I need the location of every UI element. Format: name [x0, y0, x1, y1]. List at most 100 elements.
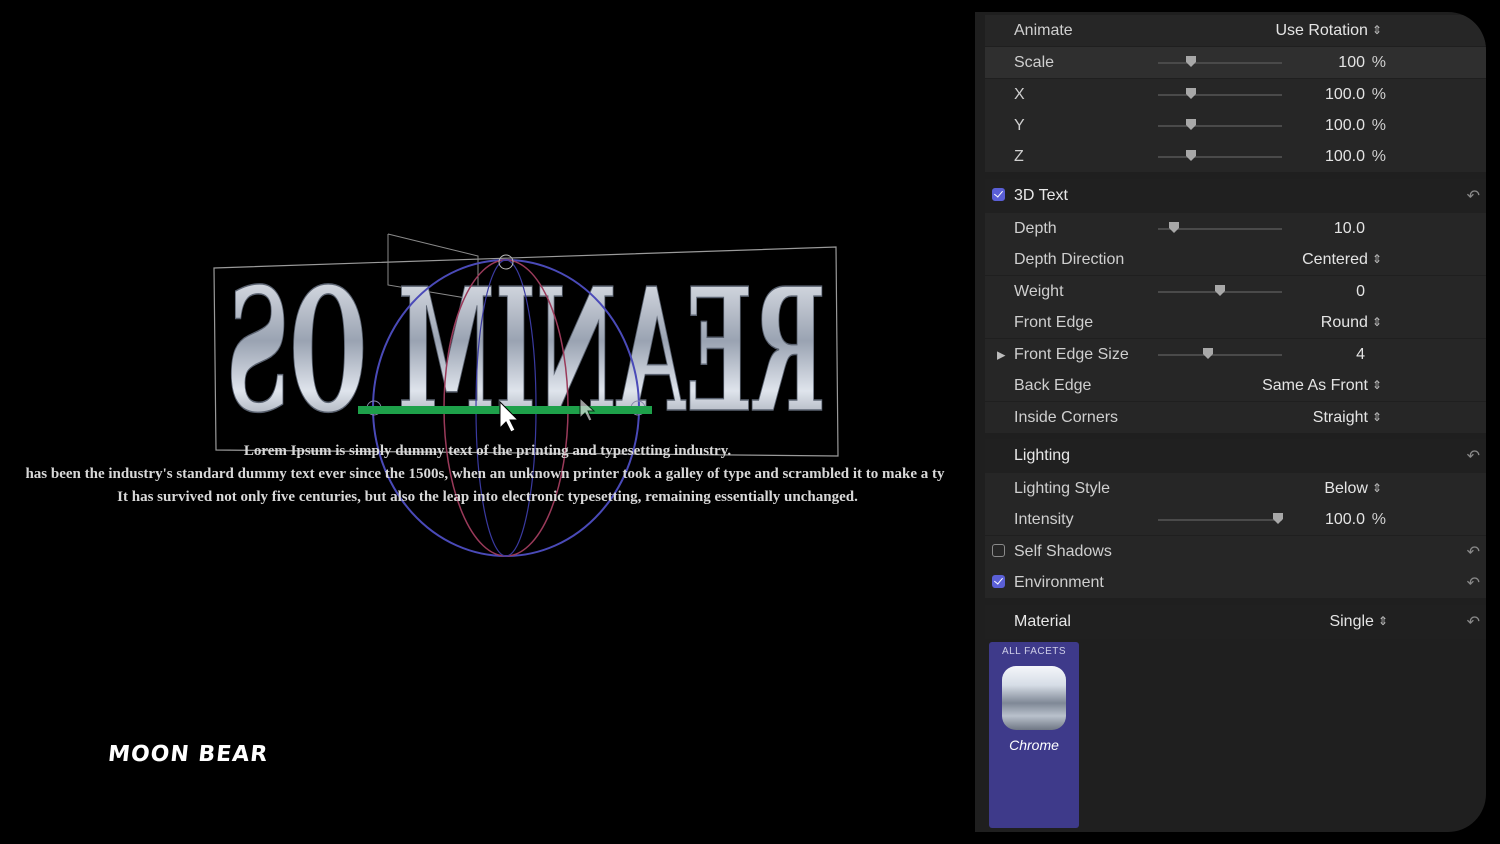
- scale-row: Scale 100 %: [985, 47, 1486, 78]
- scale-label: Scale: [1014, 53, 1055, 71]
- material-tile-chrome[interactable]: ALL FACETS Chrome: [989, 642, 1079, 828]
- front-edge-size-value[interactable]: 4: [1356, 346, 1365, 364]
- z-slider[interactable]: [1158, 149, 1282, 161]
- front-edge-size-row: ▶ Front Edge Size 4: [985, 339, 1486, 370]
- weight-row: Weight 0: [985, 276, 1486, 307]
- overlay-text-line-2: has been the industry's standard dummy t…: [25, 466, 945, 482]
- material-header: Material Single ⇕ ↶: [985, 605, 1486, 639]
- material-popup[interactable]: Single ⇕: [1329, 613, 1388, 631]
- depth-slider[interactable]: [1158, 221, 1282, 233]
- lighting-style-label: Lighting Style: [1014, 479, 1111, 497]
- material-tile-caption: ALL FACETS: [1001, 646, 1067, 657]
- z-row: Z 100.0 %: [985, 141, 1486, 172]
- intensity-row: Intensity 100.0 %: [985, 504, 1486, 535]
- z-unit: %: [1371, 147, 1386, 165]
- depth-direction-popup[interactable]: Centered ⇕: [1302, 251, 1382, 269]
- z-label: Z: [1014, 147, 1024, 165]
- moon-bear-logo: MOON BEAR: [106, 742, 270, 767]
- front-edge-label: Front Edge: [1014, 313, 1094, 331]
- front-edge-popup[interactable]: Round ⇕: [1321, 314, 1382, 332]
- disclosure-triangle-icon[interactable]: ▶: [997, 348, 1005, 361]
- slider-knob-icon[interactable]: [1202, 347, 1214, 359]
- slider-knob-icon[interactable]: [1168, 221, 1180, 233]
- overlay-text-line-3: It has survived not only five centuries,…: [117, 489, 858, 505]
- slider-knob-icon[interactable]: [1185, 55, 1197, 67]
- animate-popup[interactable]: Use Rotation ⇕: [1275, 22, 1382, 40]
- intensity-slider[interactable]: [1158, 512, 1284, 524]
- y-label: Y: [1014, 116, 1025, 134]
- updown-arrow-icon: ⇕: [1377, 614, 1388, 628]
- reset-icon[interactable]: ↶: [1467, 186, 1480, 206]
- updown-arrow-icon: ⇕: [1371, 409, 1382, 424]
- overlay-text-line-1: Lorem Ipsum is simply dummy text of the …: [243, 443, 732, 459]
- scale-unit: %: [1371, 53, 1386, 71]
- inside-corners-row: Inside Corners Straight ⇕: [985, 402, 1486, 433]
- updown-arrow-icon: ⇕: [1371, 480, 1382, 495]
- lighting-style-popup[interactable]: Below ⇕: [1324, 480, 1382, 498]
- inside-corners-popup[interactable]: Straight ⇕: [1313, 409, 1382, 427]
- material-label: Material: [1014, 613, 1071, 630]
- depth-direction-row: Depth Direction Centered ⇕: [985, 244, 1486, 275]
- slider-knob-icon[interactable]: [1185, 118, 1197, 130]
- scale-value[interactable]: 100: [1338, 54, 1365, 72]
- back-edge-label: Back Edge: [1014, 376, 1092, 394]
- lighting-label: Lighting: [1014, 447, 1071, 464]
- weight-slider[interactable]: [1158, 284, 1282, 296]
- animate-row: Animate Use Rotation ⇕: [985, 15, 1486, 46]
- updown-arrow-icon: ⇕: [1371, 377, 1382, 392]
- self-shadows-label: Self Shadows: [1014, 542, 1112, 560]
- lighting-style-row: Lighting Style Below ⇕: [985, 473, 1486, 504]
- text3d-header: 3D Text ↶: [985, 179, 1486, 213]
- depth-label: Depth: [1014, 219, 1057, 237]
- text3d-checkbox[interactable]: [992, 188, 1005, 201]
- depth-value[interactable]: 10.0: [1334, 220, 1365, 238]
- back-edge-popup[interactable]: Same As Front ⇕: [1262, 377, 1382, 395]
- environment-row: Environment ↶: [985, 567, 1486, 598]
- intensity-value[interactable]: 100.0: [1325, 511, 1365, 529]
- updown-arrow-icon: ⇕: [1371, 314, 1382, 329]
- depth-direction-label: Depth Direction: [1014, 250, 1125, 268]
- y-row: Y 100.0 %: [985, 110, 1486, 141]
- reset-icon[interactable]: ↶: [1467, 542, 1480, 562]
- y-slider[interactable]: [1158, 118, 1282, 130]
- environment-checkbox[interactable]: [992, 574, 1005, 588]
- y-unit: %: [1371, 116, 1386, 134]
- weight-value[interactable]: 0: [1356, 283, 1365, 301]
- environment-label: Environment: [1014, 573, 1104, 591]
- front-edge-row: Front Edge Round ⇕: [985, 307, 1486, 338]
- text3d-label: 3D Text: [1014, 187, 1068, 204]
- slider-knob-icon[interactable]: [1272, 512, 1284, 524]
- self-shadows-checkbox[interactable]: [992, 543, 1005, 557]
- title-3d-text[interactable]: REANIM OS: [225, 250, 827, 452]
- scale-slider[interactable]: [1158, 55, 1282, 67]
- updown-arrow-icon: ⇕: [1371, 251, 1382, 266]
- reset-icon[interactable]: ↶: [1467, 446, 1480, 466]
- x-row: X 100.0 %: [985, 79, 1486, 110]
- x-slider[interactable]: [1158, 87, 1282, 99]
- depth-row: Depth 10.0: [985, 213, 1486, 244]
- updown-arrow-icon: ⇕: [1371, 22, 1382, 37]
- reset-icon[interactable]: ↶: [1467, 573, 1480, 593]
- intensity-unit: %: [1371, 510, 1386, 528]
- y-value[interactable]: 100.0: [1325, 117, 1365, 135]
- scene-3d[interactable]: REANIM OS: [0, 0, 975, 844]
- weight-label: Weight: [1014, 282, 1064, 300]
- intensity-label: Intensity: [1014, 510, 1074, 528]
- x-value[interactable]: 100.0: [1325, 86, 1365, 104]
- material-tile-name: Chrome: [1009, 737, 1059, 753]
- z-value[interactable]: 100.0: [1325, 148, 1365, 166]
- reset-icon[interactable]: ↶: [1467, 612, 1480, 632]
- back-edge-row: Back Edge Same As Front ⇕: [985, 370, 1486, 401]
- x-label: X: [1014, 85, 1025, 103]
- slider-knob-icon[interactable]: [1214, 284, 1226, 296]
- animate-label: Animate: [1014, 21, 1073, 39]
- canvas-viewer[interactable]: REANIM OS Lorem Ipsum is simply dummy te…: [0, 0, 975, 844]
- slider-knob-icon[interactable]: [1185, 87, 1197, 99]
- front-edge-size-label: Front Edge Size: [1014, 345, 1129, 363]
- front-edge-size-slider[interactable]: [1158, 347, 1282, 359]
- x-unit: %: [1371, 85, 1386, 103]
- inside-corners-label: Inside Corners: [1014, 408, 1119, 426]
- inspector-panel: Animate Use Rotation ⇕ Scale 100 % X 100.…: [975, 12, 1486, 832]
- lighting-header: Lighting ↶: [985, 439, 1486, 473]
- slider-knob-icon[interactable]: [1185, 149, 1197, 161]
